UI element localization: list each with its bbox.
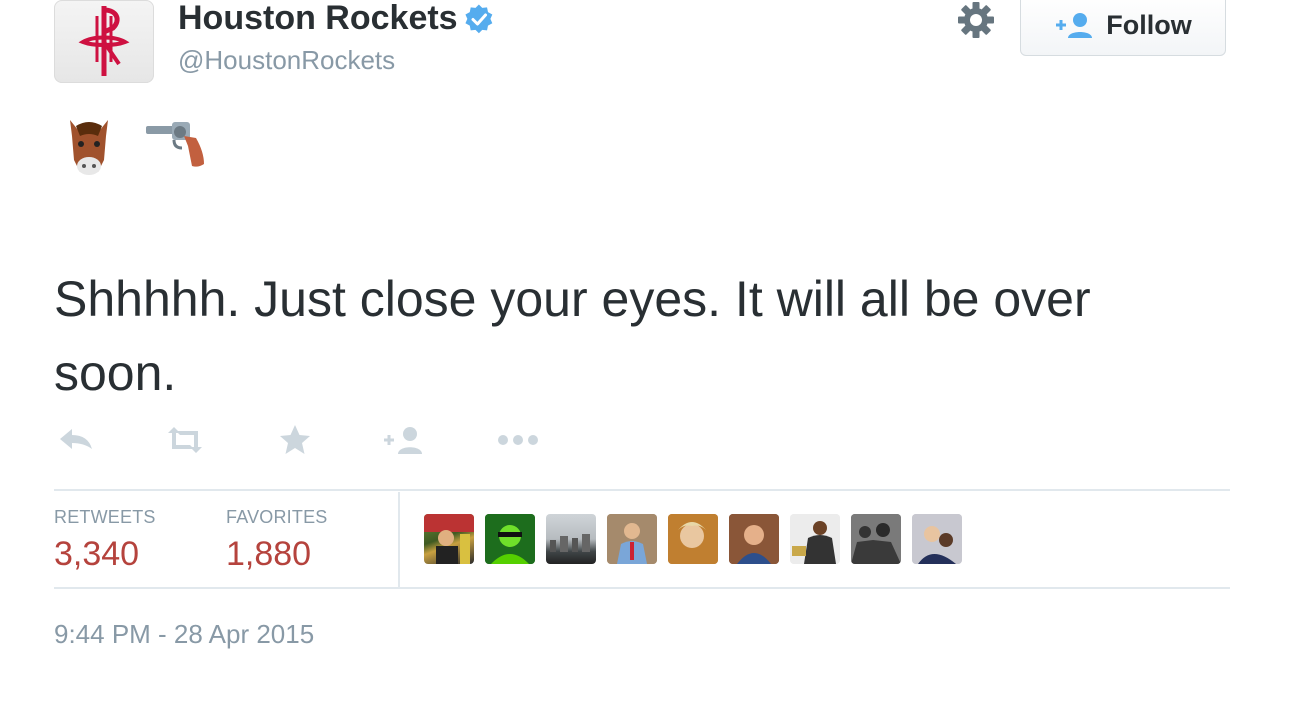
follow-icon[interactable] [382, 420, 426, 460]
stats-separator [398, 492, 400, 588]
favoriter-avatar[interactable] [485, 514, 535, 564]
pistol-emoji-icon [146, 122, 204, 167]
more-icon[interactable] [496, 420, 540, 460]
divider-bottom [54, 587, 1230, 589]
reply-icon[interactable] [56, 420, 96, 460]
display-name[interactable]: Houston Rockets [178, 0, 494, 38]
emoji-row [64, 116, 208, 178]
favoriter-avatar[interactable] [851, 514, 901, 564]
favoriter-avatar[interactable] [424, 514, 474, 564]
favoriter-avatar[interactable] [790, 514, 840, 564]
retweets-count: 3,340 [54, 535, 140, 573]
retweets-label: RETWEETS [54, 507, 156, 527]
retweets-stat[interactable]: RETWEETS 3,340 [54, 506, 156, 576]
rockets-logo-icon [78, 5, 130, 76]
favorites-label: FAVORITES [226, 507, 328, 527]
tweet-actions [56, 420, 576, 460]
favorite-icon[interactable] [278, 420, 312, 460]
avatar[interactable] [54, 0, 154, 83]
screen-name[interactable]: @HoustonRockets [178, 44, 395, 76]
display-name-text: Houston Rockets [178, 0, 458, 37]
favoriter-avatar[interactable] [668, 514, 718, 564]
retweet-icon[interactable] [162, 420, 208, 460]
favoriter-avatar[interactable] [729, 514, 779, 564]
tweet-card: Houston Rockets @HoustonRockets Follow S… [0, 0, 1294, 728]
follow-button-label: Follow [1106, 9, 1192, 40]
favoriter-avatar[interactable] [607, 514, 657, 564]
gear-icon[interactable] [956, 0, 996, 40]
favoriter-avatar[interactable] [546, 514, 596, 564]
divider-top [54, 489, 1230, 491]
tweet-text: Shhhhh. Just close your eyes. It will al… [54, 271, 1091, 401]
tweet-stats: RETWEETS 3,340 FAVORITES 1,880 [54, 492, 1230, 588]
favorites-stat[interactable]: FAVORITES 1,880 [226, 506, 328, 576]
favoriter-avatar[interactable] [912, 514, 962, 564]
add-user-icon [1056, 13, 1093, 38]
horse-face-emoji-icon [70, 120, 108, 175]
favorites-count: 1,880 [226, 535, 312, 573]
tweet-timestamp[interactable]: 9:44 PM - 28 Apr 2015 [54, 618, 314, 650]
follow-button[interactable]: Follow [1020, 0, 1226, 56]
favoriter-avatars [424, 514, 962, 564]
verified-badge-icon [464, 3, 494, 34]
